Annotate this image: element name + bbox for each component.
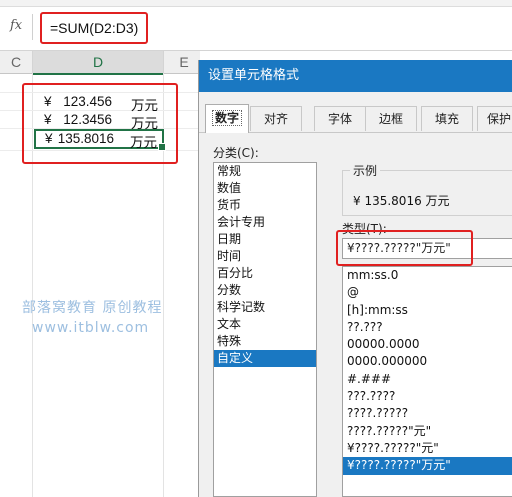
- format-item[interactable]: ????.?????"元": [343, 423, 512, 440]
- format-item[interactable]: [h]:mm:ss: [343, 302, 512, 319]
- category-item-fraction[interactable]: 分数: [214, 282, 316, 299]
- format-cells-dialog: 设置单元格格式 数字 对齐 字体 边框 填充 保护 分类(C): 常规 数值 货…: [198, 60, 512, 497]
- tab-font[interactable]: 字体: [314, 106, 366, 131]
- formula-text: =SUM(D2:D3): [50, 20, 139, 36]
- highlight-box-cells: [22, 83, 178, 164]
- tab-fill[interactable]: 填充: [421, 106, 473, 131]
- category-label: 分类(C):: [213, 146, 259, 160]
- category-item-text[interactable]: 文本: [214, 316, 316, 333]
- format-item[interactable]: ????.?????: [343, 405, 512, 422]
- category-item-currency[interactable]: 货币: [214, 197, 316, 214]
- category-item-date[interactable]: 日期: [214, 231, 316, 248]
- sample-label: 示例: [350, 162, 381, 179]
- spreadsheet[interactable]: C D E ¥ 123.456 万元 ¥ 12.3456 万元 ¥ 135.80…: [0, 51, 200, 497]
- formula-input[interactable]: =SUM(D2:D3): [40, 12, 148, 44]
- format-item[interactable]: @: [343, 284, 512, 301]
- formula-bar: fx =SUM(D2:D3): [0, 0, 512, 51]
- format-item-selected[interactable]: ¥????.?????"万元": [343, 457, 512, 475]
- sample-value: ¥ 135.8016 万元: [353, 194, 450, 208]
- tab-label: 数字: [211, 110, 242, 126]
- highlight-box-type: [336, 230, 473, 266]
- category-item-scientific[interactable]: 科学记数: [214, 299, 316, 316]
- watermark: 部落窝教育 原创教程 www.itblw.com: [22, 298, 162, 338]
- category-item-accounting[interactable]: 会计专用: [214, 214, 316, 231]
- divider: [32, 14, 33, 40]
- toolbar-strip: [0, 0, 512, 7]
- category-item-time[interactable]: 时间: [214, 248, 316, 265]
- tab-protection[interactable]: 保护: [477, 106, 512, 131]
- category-item-number[interactable]: 数值: [214, 180, 316, 197]
- format-item[interactable]: 00000.0000: [343, 336, 512, 353]
- format-item[interactable]: 0000.000000: [343, 353, 512, 370]
- format-item[interactable]: ¥????.?????"元": [343, 440, 512, 457]
- format-item[interactable]: mm:ss.0: [343, 267, 512, 284]
- dialog-title: 设置单元格格式: [199, 60, 512, 92]
- format-item[interactable]: ??.???: [343, 319, 512, 336]
- column-header-e[interactable]: E: [164, 51, 200, 74]
- category-item-percentage[interactable]: 百分比: [214, 265, 316, 282]
- watermark-url: www.itblw.com: [32, 320, 150, 336]
- format-code-list[interactable]: mm:ss.0 @ [h]:mm:ss ??.??? 00000.0000 00…: [342, 266, 512, 497]
- tab-number[interactable]: 数字: [205, 104, 249, 133]
- watermark-line: 部落窝教育 原创教程: [22, 300, 163, 316]
- format-item[interactable]: ???.????: [343, 388, 512, 405]
- insert-function-icon[interactable]: fx: [10, 18, 22, 33]
- format-item[interactable]: #.###: [343, 371, 512, 388]
- category-list[interactable]: 常规 数值 货币 会计专用 日期 时间 百分比 分数 科学记数 文本 特殊 自定…: [213, 162, 317, 497]
- category-item-general[interactable]: 常规: [214, 163, 316, 180]
- category-item-custom[interactable]: 自定义: [214, 350, 316, 367]
- column-header-d[interactable]: D: [33, 51, 164, 75]
- tab-alignment[interactable]: 对齐: [250, 106, 302, 131]
- dialog-tabs: 数字 对齐 字体 边框 填充 保护: [199, 104, 512, 133]
- tab-border[interactable]: 边框: [365, 106, 417, 131]
- column-header-c[interactable]: C: [0, 51, 33, 74]
- category-item-special[interactable]: 特殊: [214, 333, 316, 350]
